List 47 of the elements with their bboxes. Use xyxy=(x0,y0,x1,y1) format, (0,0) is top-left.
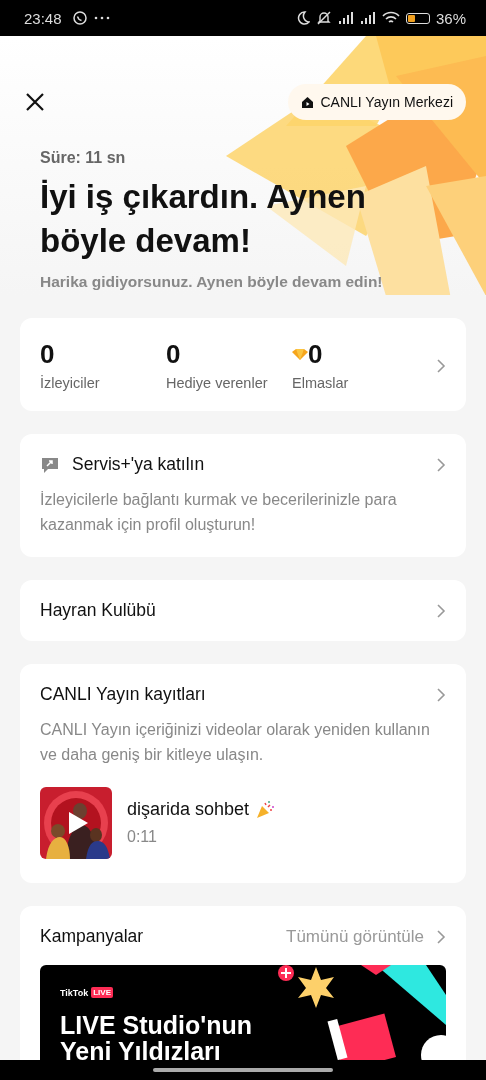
wifi-icon xyxy=(381,11,400,25)
service-description: İzleyicilerle bağlantı kurmak ve becerilerinizle para kazanmak için profil oluşturun! xyxy=(40,490,398,535)
duration-text: Süre: 11 sn xyxy=(40,149,127,167)
battery-percent: 36% xyxy=(435,9,466,27)
stats-card[interactable]: 0 İzleyiciler 0 Hediye verenler 0 Elmaslar xyxy=(20,318,466,411)
subtitle: Harika gidiyorsunuz. Aynen böyle devam edin! xyxy=(40,273,384,292)
chat-icon xyxy=(71,10,88,26)
moon-icon xyxy=(295,10,310,26)
campaigns-title: Kampanyalar xyxy=(40,926,144,947)
fan-club-card[interactable]: Hayran Kulübü xyxy=(20,580,466,641)
recording-duration: 0:11 xyxy=(127,828,158,846)
chevron-right-icon xyxy=(436,357,446,374)
fan-club-title: Hayran Kulübü xyxy=(40,600,156,621)
chevron-right-icon xyxy=(436,456,446,473)
banner-headline: LIVE Studio'nun Yeni Yıldızları xyxy=(60,1012,254,1060)
signal-icon xyxy=(337,11,354,25)
recordings-card[interactable]: CANLI Yayın kayıtları CANLI Yayın içeriğinizi videolar olarak yeniden kullanın ve daha geniş bir kitleye ulaşın. dişarida sohbet 0:11 xyxy=(20,664,466,883)
party-popper-icon xyxy=(255,799,276,820)
live-badge: LIVE xyxy=(91,987,113,998)
play-icon[interactable] xyxy=(67,811,89,835)
stat-label: İzleyiciler xyxy=(40,375,101,391)
stat-value: 0 xyxy=(40,338,55,370)
campaign-banner[interactable]: TikTok LIVE LIVE Studio'nun Yeni Yıldızları xyxy=(40,965,446,1060)
chevron-right-icon xyxy=(436,928,446,945)
close-icon[interactable] xyxy=(24,91,46,113)
muted-bell-icon xyxy=(315,10,332,26)
recording-title[interactable]: dişarida sohbet xyxy=(127,799,250,820)
service-card[interactable]: Servis+'ya katılın İzleyicilerle bağlantı kurmak ve becerilerinizle para kazanmak için profil oluşturun! xyxy=(20,434,466,557)
home-handle[interactable] xyxy=(153,1068,333,1072)
recordings-description: CANLI Yayın içeriğinizi videolar olarak yeniden kullanın ve daha geniş bir kitleye ulaşın. xyxy=(40,720,431,765)
stat-value: 0 xyxy=(166,338,181,370)
diamond-icon xyxy=(292,348,308,360)
chevron-right-icon xyxy=(436,602,446,619)
chevron-right-icon xyxy=(436,686,446,703)
stat-label: Hediye verenler xyxy=(166,375,269,391)
service-title: Servis+'ya katılın xyxy=(72,454,205,475)
tiktok-logo: TikTok xyxy=(60,987,89,998)
clock-time: 23:48 xyxy=(24,9,62,27)
signal-icon xyxy=(359,11,376,25)
live-center-button[interactable]: CANLI Yayın Merkezi xyxy=(288,84,466,120)
stat-value: 0 xyxy=(308,338,323,370)
house-icon xyxy=(301,95,315,109)
recordings-title: CANLI Yayın kayıtları xyxy=(40,684,206,705)
headline: İyi iş çıkardın. Aynen böyle devam! xyxy=(40,177,367,261)
battery-icon xyxy=(405,12,430,24)
stat-label: Elmaslar xyxy=(292,375,350,391)
more-icon xyxy=(93,16,110,20)
